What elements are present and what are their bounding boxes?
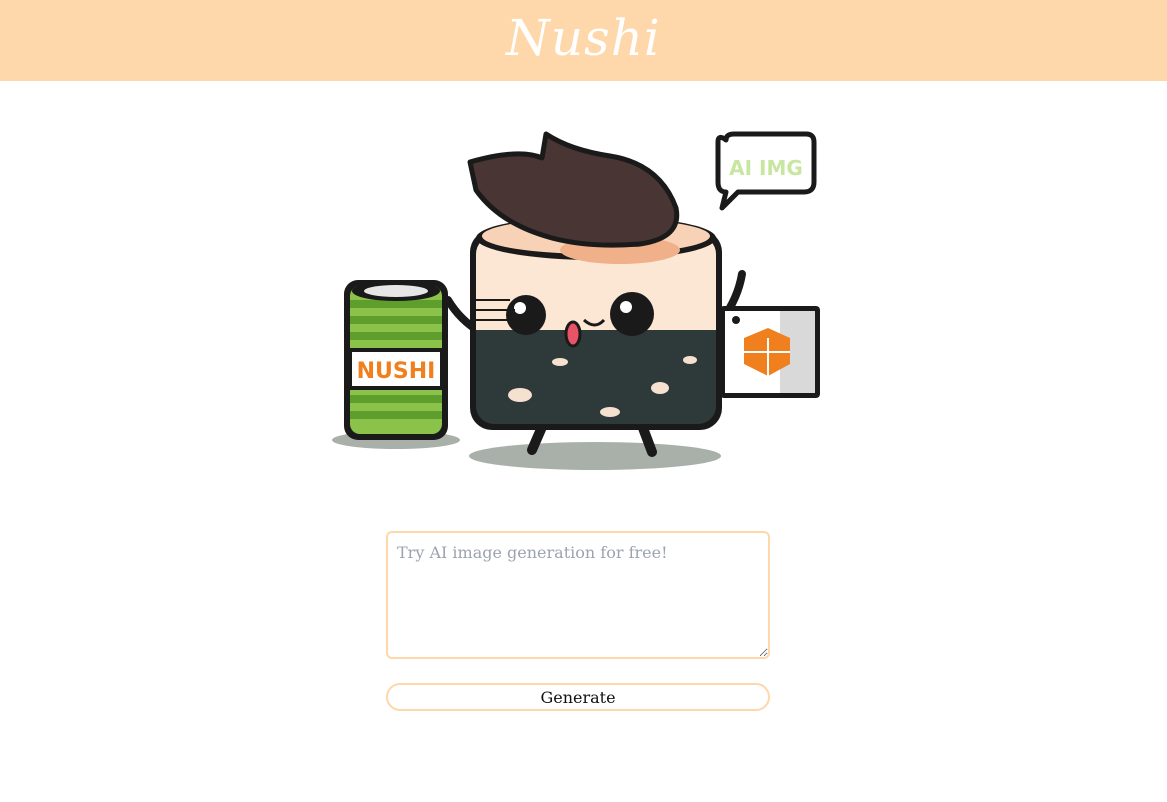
app-title: Nushi xyxy=(506,8,661,67)
sushi-mascot-image: NUSHI AI IMG xyxy=(332,131,820,470)
prompt-input[interactable] xyxy=(386,531,770,659)
generate-button[interactable]: Generate xyxy=(386,683,770,711)
speech-bubble: AI IMG xyxy=(715,131,817,211)
mascot-shadow xyxy=(469,442,721,470)
tablet xyxy=(720,306,820,398)
can-label: NUSHI xyxy=(357,359,436,384)
app-header: Nushi xyxy=(0,0,1167,81)
mascot-illustration: NUSHI AI IMG xyxy=(320,120,840,480)
soda-can: NUSHI xyxy=(344,280,448,440)
sushi-body xyxy=(470,216,722,430)
speech-bubble-text: AI IMG xyxy=(729,156,803,180)
